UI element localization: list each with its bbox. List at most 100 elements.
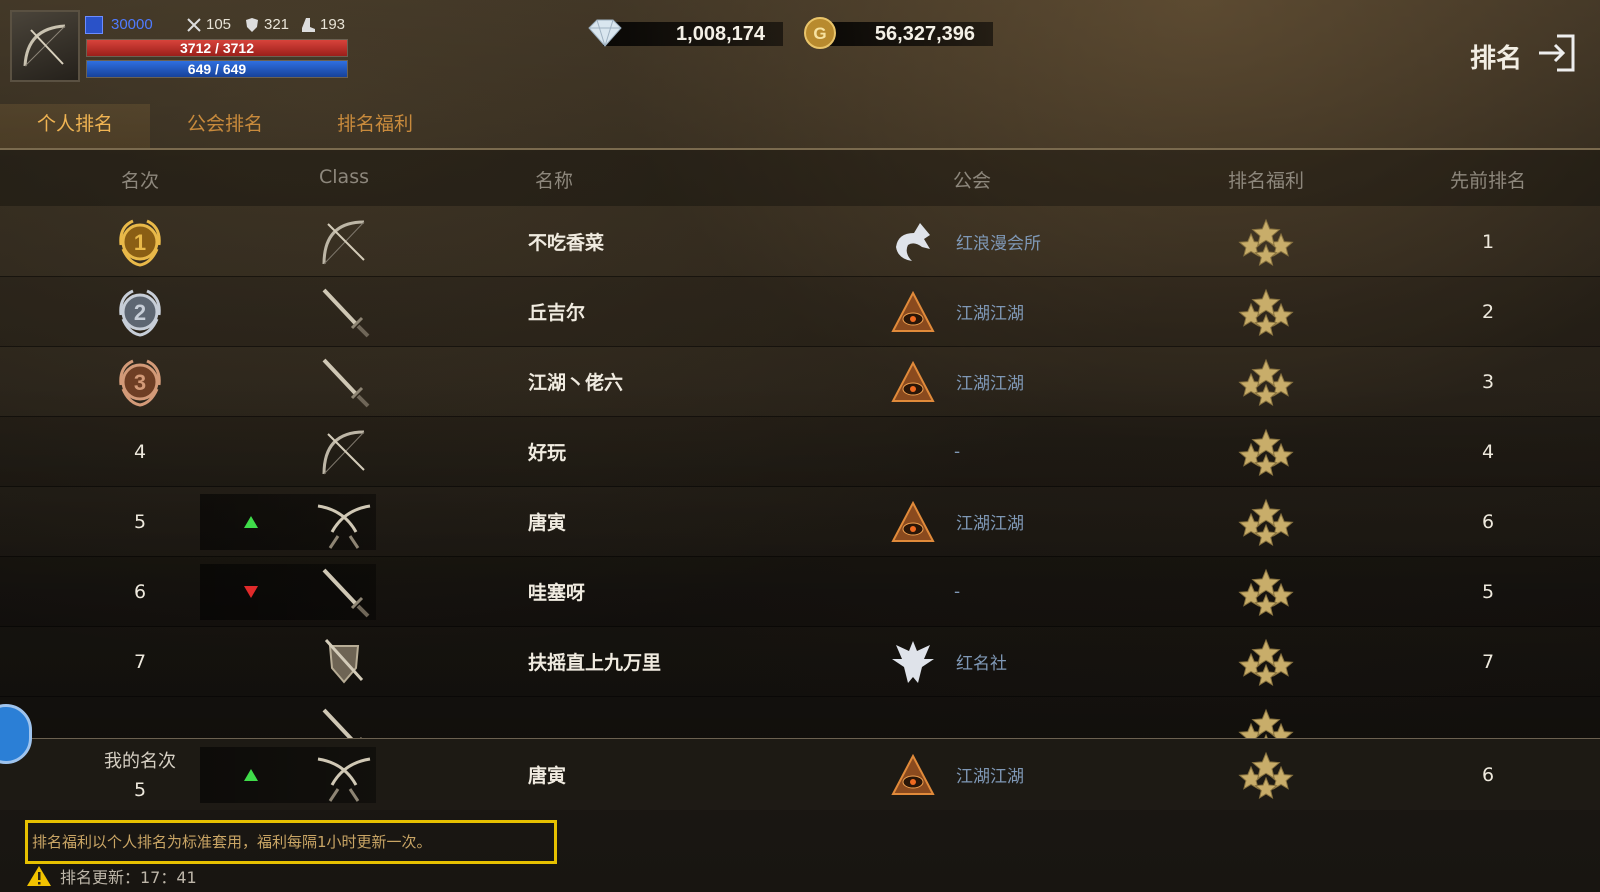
eye-pyramid-icon	[888, 486, 938, 557]
player-name[interactable]: 扶摇直上九万里	[528, 626, 661, 697]
dagger-icon	[312, 276, 376, 347]
reward-stars-icon[interactable]	[1236, 626, 1296, 697]
dagger-icon	[312, 556, 376, 627]
table-row[interactable]: 7 扶摇直上九万里 红名社 7	[0, 626, 1600, 697]
stat-3-value: 193	[320, 16, 346, 33]
rank-number: 5	[133, 510, 147, 533]
tab-guild-ranking[interactable]: 公会排名	[150, 104, 300, 148]
bow-icon	[312, 416, 376, 487]
gold-coin-glyph: G	[813, 24, 826, 43]
guild-name-empty: -	[954, 581, 961, 602]
player-name[interactable]: 哇塞呀	[528, 556, 585, 627]
dagger-icon	[312, 696, 376, 738]
tab-personal-ranking[interactable]: 个人排名	[0, 104, 150, 148]
guild-name[interactable]: 江湖江湖	[956, 276, 1024, 347]
eagle-emblem-icon	[888, 626, 938, 697]
dagger-icon	[312, 346, 376, 417]
table-row[interactable]: 4 好玩 - 4	[0, 416, 1600, 487]
col-previous-rank: 先前排名	[1449, 170, 1526, 192]
bow-icon	[23, 24, 66, 67]
trend-up-icon	[236, 486, 266, 557]
table-row[interactable]: 6 哇塞呀 - 5	[0, 556, 1600, 627]
col-reward: 排名福利	[1227, 170, 1304, 192]
rank-number: 4	[133, 440, 147, 463]
update-time-text: 排名更新：17：41	[60, 868, 197, 887]
defense-value: 321	[264, 16, 290, 33]
rank-number: 6	[133, 580, 147, 603]
my-guild-name[interactable]: 江湖江湖	[956, 739, 1024, 810]
class-icon	[312, 739, 376, 810]
table-header: 名次 Class 名称 公会 排名福利 先前排名	[0, 150, 1600, 206]
player-name[interactable]: 好玩	[528, 416, 566, 487]
tab-ranking-rewards[interactable]: 排名福利	[300, 104, 450, 148]
reward-stars-icon[interactable]	[1236, 346, 1296, 417]
previous-rank: 3	[1481, 370, 1495, 393]
previous-rank: 1	[1481, 230, 1495, 253]
page-title: 排名	[1470, 44, 1523, 74]
rank-medal-bronze: 3	[100, 346, 180, 417]
my-rank-row[interactable]: 我的名次 5 唐寅 江湖江湖 6	[0, 738, 1600, 810]
previous-rank: 4	[1481, 440, 1495, 463]
crossed-swords-icon	[187, 17, 201, 32]
player-name[interactable]: 唐寅	[528, 486, 566, 557]
reward-notice: 排名福利以个人排名为标准套用，福利每隔1小时更新一次。	[25, 820, 557, 864]
reward-stars-icon[interactable]	[1236, 486, 1296, 557]
guild-name[interactable]: 红名社	[956, 626, 1007, 697]
player-avatar[interactable]	[10, 10, 80, 82]
table-row[interactable]: 1 不吃香菜 红浪漫会所 1	[0, 206, 1600, 277]
col-rank: 名次	[120, 170, 159, 192]
mp-bar: 649 / 649	[86, 60, 348, 78]
diamond-currency: 1,008,174	[585, 16, 785, 50]
guild-name[interactable]: 红浪漫会所	[956, 206, 1041, 277]
reward-stars-icon[interactable]	[1236, 739, 1296, 810]
gold-amount: 56,327,396	[874, 23, 975, 45]
table-row-partial[interactable]	[0, 696, 1600, 738]
shield-sword-icon	[312, 626, 376, 697]
update-time: 排名更新：17：41	[26, 864, 197, 888]
col-guild: 公会	[952, 170, 991, 192]
table-row[interactable]: 3 江湖丶佬六 江湖江湖 3	[0, 346, 1600, 417]
table-row[interactable]: 5 唐寅 江湖江湖 6	[0, 486, 1600, 557]
table-row[interactable]: 2 丘吉尔 江湖江湖 2	[0, 276, 1600, 347]
exit-button[interactable]	[1535, 32, 1577, 74]
warning-icon	[27, 866, 51, 886]
wolf-emblem-icon	[888, 206, 938, 277]
previous-rank: 5	[1481, 580, 1495, 603]
reward-stars-icon[interactable]	[1236, 206, 1296, 277]
player-name[interactable]: 丘吉尔	[528, 276, 585, 347]
defense-stat: 321	[244, 16, 289, 33]
eye-pyramid-icon	[888, 276, 938, 347]
trend-up-icon	[236, 739, 266, 810]
rank-number: 7	[133, 650, 147, 673]
stat-3: 193	[300, 16, 345, 33]
reward-stars-icon[interactable]	[1236, 556, 1296, 627]
rank-medal-gold: 1	[100, 206, 180, 277]
reward-stars-icon[interactable]	[1236, 696, 1296, 738]
trend-down-icon	[236, 556, 266, 627]
guild-emblem	[888, 739, 938, 810]
diamond-amount: 1,008,174	[676, 23, 765, 45]
my-previous-rank: 6	[1481, 763, 1495, 786]
attack-value: 105	[206, 16, 232, 33]
player-hud: 30000 105 321 193 3712 / 3712 649 / 649	[10, 8, 350, 84]
previous-rank: 6	[1481, 510, 1495, 533]
guild-name[interactable]: 江湖江湖	[956, 346, 1024, 417]
my-player-name: 唐寅	[528, 765, 567, 787]
svg-text:1: 1	[134, 230, 146, 255]
boot-icon	[302, 17, 315, 32]
diamond-icon	[588, 19, 622, 47]
col-class: Class	[319, 166, 369, 188]
reward-stars-icon[interactable]	[1236, 276, 1296, 347]
level-icon	[85, 16, 103, 34]
reward-stars-icon[interactable]	[1236, 416, 1296, 487]
dual-blades-icon	[312, 486, 376, 557]
ranking-list[interactable]: 1 不吃香菜 红浪漫会所 1 2 丘吉尔 江湖江湖 2 3 江湖丶佬六 江湖江湖 3 4 好玩 -4 5 唐寅江…	[0, 206, 1600, 738]
eye-pyramid-icon	[888, 346, 938, 417]
previous-rank: 2	[1481, 300, 1495, 323]
rank-medal-silver: 2	[100, 276, 180, 347]
gold-currency: G 56,327,396	[803, 16, 993, 50]
player-name[interactable]: 江湖丶佬六	[528, 346, 623, 417]
exit-icon	[1539, 34, 1575, 72]
player-name[interactable]: 不吃香菜	[528, 206, 604, 277]
guild-name[interactable]: 江湖江湖	[956, 486, 1024, 557]
